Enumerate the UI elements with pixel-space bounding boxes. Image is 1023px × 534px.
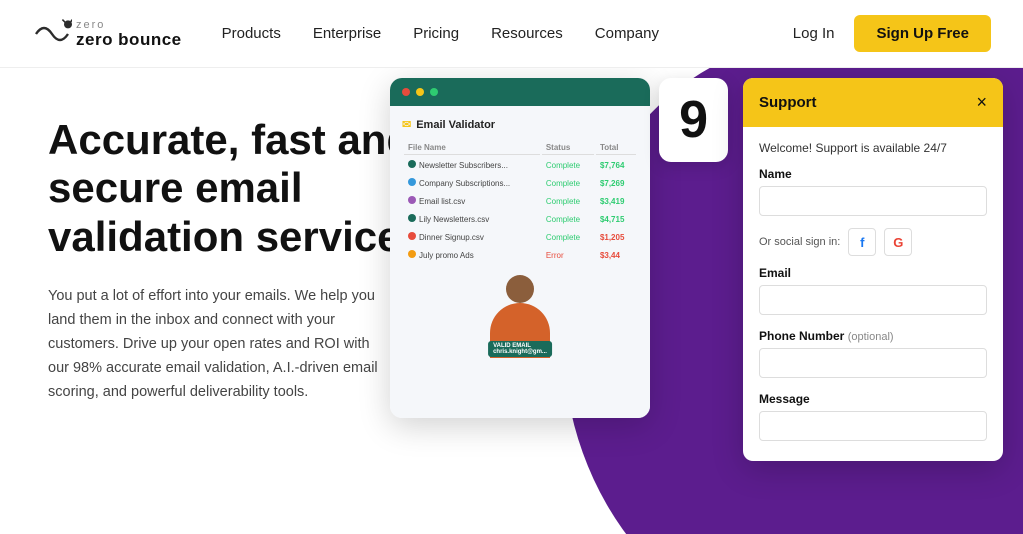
hero-description: You put a lot of effort into your emails…: [48, 285, 388, 405]
nav-actions: Log In Sign Up Free: [793, 15, 991, 52]
message-label: Message: [759, 392, 987, 406]
email-input[interactable]: [759, 285, 987, 315]
dot-red: [402, 88, 410, 96]
nav-products[interactable]: Products: [222, 25, 281, 42]
stat-number: 9: [679, 91, 708, 149]
phone-optional: (optional): [848, 331, 894, 343]
social-signin-row: Or social sign in: f G: [759, 228, 987, 256]
support-header: Support ×: [743, 78, 1003, 127]
hero-right: 9 ✉ Email Validator File Name Status: [450, 68, 1023, 534]
message-input[interactable]: [759, 411, 987, 441]
dot-green: [430, 88, 438, 96]
logo[interactable]: zero zero bounce: [32, 18, 182, 50]
nav-company[interactable]: Company: [595, 25, 659, 42]
facebook-signin-button[interactable]: f: [848, 228, 876, 256]
table-row: July promo Ads Error $3,44: [404, 247, 636, 263]
col-total: Total: [596, 141, 636, 155]
google-signin-button[interactable]: G: [884, 228, 912, 256]
support-title: Support: [759, 94, 817, 111]
nav-links: Products Enterprise Pricing Resources Co…: [222, 25, 793, 42]
mockup-title: ✉ Email Validator: [402, 118, 638, 131]
hero-heading: Accurate, fast and secure email validati…: [48, 116, 418, 261]
email-label: Email: [759, 266, 987, 280]
social-label: Or social sign in:: [759, 236, 840, 248]
person-illustration: VALID EMAIL chris.knight@gm...: [402, 275, 638, 355]
nav-pricing[interactable]: Pricing: [413, 25, 459, 42]
mockup-table: File Name Status Total Newsletter Subscr…: [402, 139, 638, 265]
valid-email-badge: VALID EMAIL chris.knight@gm...: [488, 341, 552, 357]
phone-input[interactable]: [759, 348, 987, 378]
phone-label: Phone Number (optional): [759, 329, 987, 343]
signup-button[interactable]: Sign Up Free: [854, 15, 991, 52]
col-filename: File Name: [404, 141, 540, 155]
table-row: Lily Newsletters.csv Complete $4,715: [404, 211, 636, 227]
support-welcome-text: Welcome! Support is available 24/7: [759, 141, 987, 155]
mockup-body: ✉ Email Validator File Name Status Total…: [390, 106, 650, 418]
name-input[interactable]: [759, 186, 987, 216]
support-body: Welcome! Support is available 24/7 Name …: [743, 127, 1003, 461]
hero-section: Accurate, fast and secure email validati…: [0, 68, 1023, 534]
logo-icon: [32, 18, 72, 50]
app-mockup: ✉ Email Validator File Name Status Total…: [390, 78, 650, 418]
col-status: Status: [542, 141, 594, 155]
login-button[interactable]: Log In: [793, 25, 835, 42]
name-label: Name: [759, 167, 987, 181]
support-widget: Support × Welcome! Support is available …: [743, 78, 1003, 461]
dot-yellow: [416, 88, 424, 96]
navbar: zero zero bounce Products Enterprise Pri…: [0, 0, 1023, 68]
nav-resources[interactable]: Resources: [491, 25, 563, 42]
table-row: Email list.csv Complete $3,419: [404, 193, 636, 209]
stat-bubble: 9: [659, 78, 728, 162]
mockup-topbar: [390, 78, 650, 106]
nav-enterprise[interactable]: Enterprise: [313, 25, 381, 42]
table-row: Dinner Signup.csv Complete $1,205: [404, 229, 636, 245]
hero-left: Accurate, fast and secure email validati…: [0, 68, 450, 534]
table-row: Company Subscriptions... Complete $7,269: [404, 175, 636, 191]
close-icon[interactable]: ×: [976, 92, 987, 113]
logo-brand-text: zero bounce: [76, 31, 182, 48]
table-row: Newsletter Subscribers... Complete $7,76…: [404, 157, 636, 173]
